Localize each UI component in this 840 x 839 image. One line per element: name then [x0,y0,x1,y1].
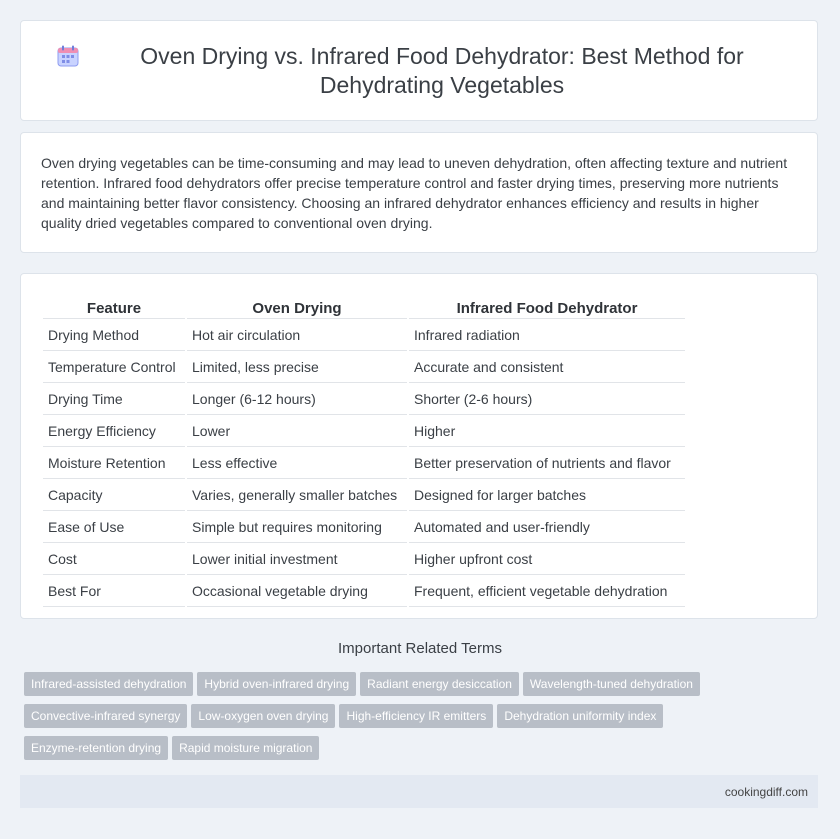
summary-card: Oven drying vegetables can be time-consu… [20,132,818,253]
table-cell: Temperature Control [43,353,185,383]
table-cell: Ease of Use [43,513,185,543]
related-terms-list: Infrared-assisted dehydration Hybrid oven… [24,672,724,768]
related-term-tag[interactable]: Hybrid oven-infrared drying [197,672,357,696]
table-cell: Frequent, efficient vegetable dehydratio… [409,577,685,607]
table-cell: Moisture Retention [43,449,185,479]
column-header-oven-drying: Oven Drying [187,296,407,319]
table-cell: Drying Time [43,385,185,415]
table-cell: Capacity [43,481,185,511]
comparison-table: Feature Oven Drying Infrared Food Dehydr… [41,294,687,609]
table-cell: Better preservation of nutrients and fla… [409,449,685,479]
table-cell: Varies, generally smaller batches [187,481,407,511]
table-cell: Longer (6-12 hours) [187,385,407,415]
related-term-tag[interactable]: Low-oxygen oven drying [191,704,336,728]
table-row: Capacity Varies, generally smaller batche… [43,481,685,511]
calendar-icon [57,45,79,66]
table-cell: Lower initial investment [187,545,407,575]
related-term-tag[interactable]: Infrared-assisted dehydration [24,672,194,696]
table-row: Drying Time Longer (6-12 hours) Shorter (2… [43,385,685,415]
related-term-tag[interactable]: Convective-infrared synergy [24,704,188,728]
table-row: Drying Method Hot air circulation Infrared… [43,321,685,351]
table-cell: Lower [187,417,407,447]
table-cell: Less effective [187,449,407,479]
related-term-tag[interactable]: Enzyme-retention drying [24,736,169,760]
table-cell: Drying Method [43,321,185,351]
table-row: Energy Efficiency Lower Higher [43,417,685,447]
related-term-tag[interactable]: Rapid moisture migration [172,736,320,760]
comparison-table-card: Feature Oven Drying Infrared Food Dehydr… [20,273,818,619]
related-term-tag[interactable]: Dehydration uniformity index [497,704,664,728]
table-cell: Accurate and consistent [409,353,685,383]
table-cell: Occasional vegetable drying [187,577,407,607]
page-title: Oven Drying vs. Infrared Food Dehydrator… [140,42,744,98]
related-term-tag[interactable]: Radiant energy desiccation [360,672,519,696]
table-cell: Automated and user-friendly [409,513,685,543]
table-cell: Energy Efficiency [43,417,185,447]
column-header-infrared: Infrared Food Dehydrator [409,296,685,319]
related-term-tag[interactable]: High-efficiency IR emitters [339,704,494,728]
table-cell: Simple but requires monitoring [187,513,407,543]
table-row: Temperature Control Limited, less precise… [43,353,685,383]
column-header-feature: Feature [43,296,185,319]
related-term-tag[interactable]: Wavelength-tuned dehydration [522,672,700,696]
summary-text: Oven drying vegetables can be time-consu… [41,155,788,231]
table-cell: Shorter (2-6 hours) [409,385,685,415]
table-cell: Limited, less precise [187,353,407,383]
table-row: Moisture Retention Less effective Better p… [43,449,685,479]
table-cell: Higher [409,417,685,447]
table-cell: Higher upfront cost [409,545,685,575]
table-row: Ease of Use Simple but requires monitorin… [43,513,685,543]
footer-site-link[interactable]: cookingdiff.com [725,785,808,799]
table-cell: Best For [43,577,185,607]
table-row: Cost Lower initial investment Higher upfro… [43,545,685,575]
table-cell: Hot air circulation [187,321,407,351]
footer: cookingdiff.com [20,775,818,808]
table-cell: Designed for larger batches [409,481,685,511]
table-header-row: Feature Oven Drying Infrared Food Dehydr… [43,296,685,319]
table-cell: Cost [43,545,185,575]
related-terms-heading: Important Related Terms [338,640,502,657]
title-card: Oven Drying vs. Infrared Food Dehydrator… [20,20,818,121]
table-cell: Infrared radiation [409,321,685,351]
table-row: Best For Occasional vegetable drying Frequ… [43,577,685,607]
